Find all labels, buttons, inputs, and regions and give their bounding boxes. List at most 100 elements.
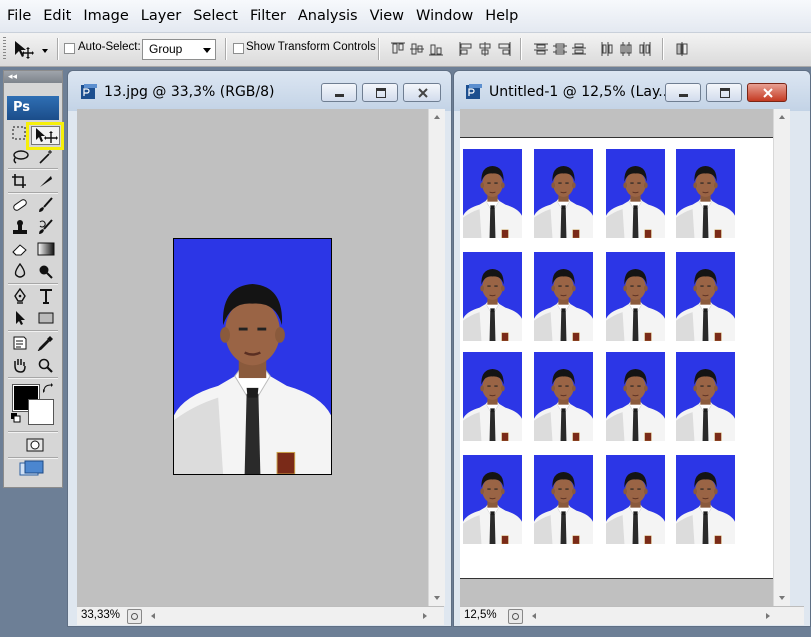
- tools-panel-collapse[interactable]: ◂◂: [4, 71, 62, 83]
- photo-tile: [676, 455, 735, 544]
- show-transform-checkbox[interactable]: [233, 43, 244, 54]
- photoshop-logo[interactable]: Ps: [7, 96, 59, 120]
- dodge-tool[interactable]: [34, 261, 56, 281]
- document-titlebar[interactable]: Untitled-1 @ 12,5% (Lay...: [454, 71, 810, 111]
- vertical-scrollbar[interactable]: [773, 109, 790, 606]
- close-button[interactable]: [747, 83, 787, 102]
- pen-tool[interactable]: [8, 286, 30, 306]
- default-colors-icon[interactable]: [10, 412, 22, 424]
- divider: [8, 377, 58, 379]
- healing-brush-tool[interactable]: [8, 195, 30, 215]
- options-bar-grip[interactable]: [3, 37, 6, 61]
- path-selection-tool[interactable]: [8, 308, 30, 328]
- notes-tool[interactable]: [8, 333, 30, 353]
- menu-window[interactable]: Window: [410, 0, 479, 32]
- distribute-top-icon[interactable]: [533, 41, 549, 57]
- stamp-icon: [13, 220, 27, 234]
- person-portrait-icon: [606, 369, 665, 441]
- crop-tool[interactable]: [8, 171, 30, 191]
- distribute-bottom-icon[interactable]: [571, 41, 587, 57]
- align-right-edges-icon[interactable]: [496, 41, 512, 57]
- scroll-right-icon[interactable]: [423, 613, 427, 619]
- distribute-left-icon[interactable]: [599, 41, 615, 57]
- scroll-up-icon[interactable]: [779, 115, 785, 119]
- scroll-down-icon[interactable]: [434, 596, 440, 600]
- auto-select-checkbox[interactable]: [64, 43, 75, 54]
- gradient-icon: [37, 242, 55, 256]
- screen-mode-button[interactable]: [18, 460, 48, 480]
- magic-wand-icon: [39, 150, 52, 164]
- zoom-level[interactable]: 12,5%: [464, 609, 497, 621]
- align-left-edges-icon[interactable]: [458, 41, 474, 57]
- menu-view[interactable]: View: [364, 0, 410, 32]
- menu-file[interactable]: File: [0, 0, 37, 32]
- maximize-button[interactable]: [706, 83, 742, 102]
- scroll-left-icon[interactable]: [532, 613, 536, 619]
- auto-align-layers-icon[interactable]: [674, 41, 690, 57]
- align-bottom-edges-icon[interactable]: [428, 41, 444, 57]
- tool-preset-picker[interactable]: [12, 39, 52, 61]
- distribute-right-icon[interactable]: [637, 41, 653, 57]
- person-portrait-icon: [534, 166, 593, 238]
- canvas-area[interactable]: [460, 109, 773, 606]
- menu-edit[interactable]: Edit: [37, 0, 77, 32]
- scroll-down-icon[interactable]: [779, 596, 785, 600]
- marquee-icon: [12, 126, 26, 140]
- status-menu-icon: [131, 613, 138, 620]
- scroll-up-icon[interactable]: [434, 115, 440, 119]
- scroll-right-icon[interactable]: [766, 613, 770, 619]
- minimize-button[interactable]: [321, 83, 357, 102]
- menu-analysis[interactable]: Analysis: [292, 0, 364, 32]
- options-bar: Auto-Select: Group Show Transform Contro…: [0, 33, 811, 67]
- eyedropper-tool[interactable]: [34, 333, 56, 353]
- quick-mask-button[interactable]: [23, 435, 45, 455]
- screen-mode-icon: [19, 460, 44, 476]
- photo-tile: [606, 252, 665, 341]
- distribute-vcenter-icon[interactable]: [552, 41, 568, 57]
- slice-icon: [40, 176, 52, 187]
- status-menu-button[interactable]: [508, 609, 523, 624]
- auto-select-dropdown[interactable]: Group: [142, 39, 216, 60]
- bandage-icon: [13, 199, 27, 211]
- menu-help[interactable]: Help: [479, 0, 524, 32]
- hand-tool[interactable]: [8, 355, 30, 375]
- type-tool[interactable]: [34, 286, 56, 306]
- history-brush-tool[interactable]: [34, 217, 56, 237]
- align-vertical-centers-icon[interactable]: [409, 41, 425, 57]
- drop-icon: [14, 263, 26, 278]
- menu-select[interactable]: Select: [187, 0, 244, 32]
- scroll-left-icon[interactable]: [151, 613, 155, 619]
- vertical-scrollbar[interactable]: [428, 109, 445, 606]
- shape-tool[interactable]: [34, 308, 56, 328]
- menu-image[interactable]: Image: [77, 0, 134, 32]
- magic-wand-tool[interactable]: [34, 147, 56, 167]
- canvas-area[interactable]: [77, 109, 428, 606]
- zoom-level[interactable]: 33,33%: [81, 609, 120, 621]
- align-top-edges-icon[interactable]: [390, 41, 406, 57]
- blur-tool[interactable]: [8, 261, 30, 281]
- lasso-tool[interactable]: [8, 147, 30, 167]
- brush-tool[interactable]: [34, 195, 56, 215]
- clone-stamp-tool[interactable]: [8, 217, 30, 237]
- menu-layer[interactable]: Layer: [135, 0, 187, 32]
- status-menu-button[interactable]: [127, 609, 142, 624]
- move-tool[interactable]: [26, 122, 64, 150]
- zoom-tool[interactable]: [34, 355, 56, 375]
- pen-icon: [14, 288, 26, 304]
- person-portrait-icon: [174, 284, 331, 474]
- menu-filter[interactable]: Filter: [244, 0, 292, 32]
- minimize-button[interactable]: [665, 83, 701, 102]
- background-color-swatch[interactable]: [28, 399, 54, 425]
- distribute-hcenter-icon[interactable]: [618, 41, 634, 57]
- swap-colors-icon[interactable]: [42, 382, 54, 394]
- align-horizontal-centers-icon[interactable]: [477, 41, 493, 57]
- slice-tool[interactable]: [34, 171, 56, 191]
- divider: [8, 168, 58, 170]
- maximize-button[interactable]: [362, 83, 398, 102]
- close-button[interactable]: [403, 83, 441, 102]
- gradient-tool[interactable]: [34, 239, 56, 259]
- maximize-icon: [376, 88, 386, 98]
- document-titlebar[interactable]: 13.jpg @ 33,3% (RGB/8): [68, 71, 451, 111]
- eraser-tool[interactable]: [8, 239, 30, 259]
- lasso-icon: [13, 150, 29, 164]
